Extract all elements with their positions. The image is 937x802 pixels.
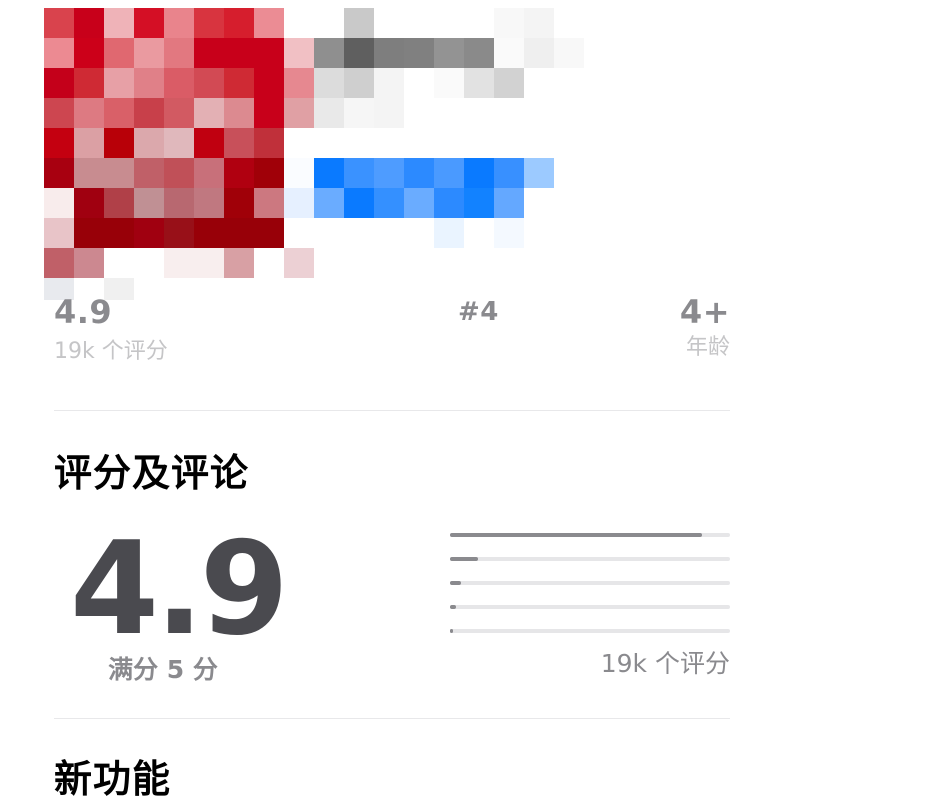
rating-bar-fill — [450, 605, 456, 609]
rating-bar-5-star — [450, 533, 730, 537]
average-score: 4.9 — [70, 515, 289, 664]
rating-bar-fill — [450, 581, 462, 585]
rating-bar-3-star — [450, 581, 730, 585]
rating-distribution — [450, 533, 730, 653]
score-caption: 满分 5 分 — [108, 655, 218, 684]
rating-bar-fill — [450, 629, 453, 633]
rating-bar-2-star — [450, 605, 730, 609]
age-value: 4+ — [679, 293, 730, 331]
age-label: 年龄 — [685, 335, 730, 360]
pixelated-image — [44, 8, 584, 300]
stat-age: 4+ 年龄 — [604, 290, 730, 362]
stat-rank: #4 — [458, 290, 499, 334]
rating-count-label: 19k 个评分 — [54, 339, 168, 364]
rating-bar-fill — [450, 533, 702, 537]
ratings-section-title[interactable]: 评分及评论 — [54, 450, 249, 496]
ratings-count: 19k 个评分 — [600, 649, 730, 678]
rating-bar-1-star — [450, 629, 730, 633]
stat-rating: 4.9 19k 个评分 — [54, 290, 168, 366]
rank-value: #4 — [458, 297, 499, 327]
rating-bar-4-star — [450, 557, 730, 561]
rating-value: 4.9 — [54, 293, 113, 331]
divider — [54, 718, 730, 719]
divider — [54, 410, 730, 411]
rating-bar-fill — [450, 557, 478, 561]
new-features-title[interactable]: 新功能 — [54, 756, 171, 802]
pixelated-app-header — [44, 8, 584, 300]
